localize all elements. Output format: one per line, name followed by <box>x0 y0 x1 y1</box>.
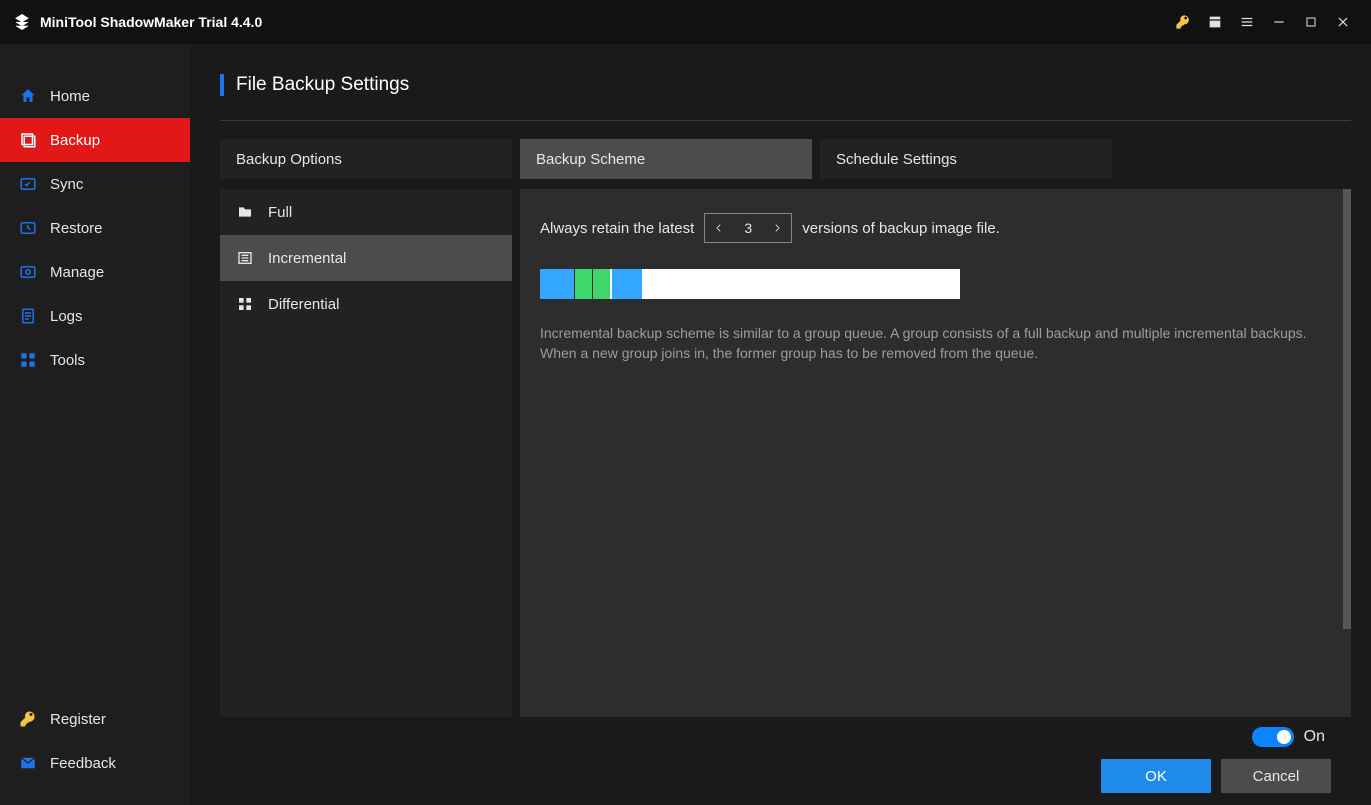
scheme-item-label: Full <box>268 204 292 221</box>
backup-icon <box>18 130 38 150</box>
maximize-button[interactable] <box>1295 6 1327 38</box>
retain-suffix: versions of backup image file. <box>802 220 1000 237</box>
app-title: MiniTool ShadowMaker Trial 4.4.0 <box>40 14 262 30</box>
content-panel: Always retain the latest 3 versions of b… <box>520 189 1351 717</box>
sidebar-register[interactable]: Register <box>0 697 190 741</box>
minimize-button[interactable] <box>1263 6 1295 38</box>
app-logo-icon <box>12 12 32 32</box>
logs-icon <box>18 306 38 326</box>
divider <box>220 120 1351 121</box>
feedback-mail-icon <box>18 753 38 773</box>
stepper-decrease[interactable] <box>705 214 733 242</box>
license-key-icon[interactable] <box>1167 6 1199 38</box>
viz-full-segment <box>540 269 574 299</box>
folder-icon <box>236 203 254 221</box>
viz-incremental-segment <box>592 269 610 299</box>
backup-visualization <box>540 269 960 299</box>
viz-incremental-segment <box>574 269 592 299</box>
viz-full-segment <box>612 269 642 299</box>
media-builder-icon[interactable] <box>1199 6 1231 38</box>
sidebar-item-label: Restore <box>50 220 103 237</box>
sidebar-item-backup[interactable]: Backup <box>0 118 190 162</box>
sidebar-item-tools[interactable]: Tools <box>0 338 190 382</box>
scheme-list: Full Incremental Differential <box>220 189 512 717</box>
sidebar-item-label: Manage <box>50 264 104 281</box>
main-content: File Backup Settings Backup Options Back… <box>190 44 1371 805</box>
feedback-label: Feedback <box>50 755 116 772</box>
sidebar-item-label: Backup <box>50 132 100 149</box>
footer: On OK Cancel <box>220 717 1351 793</box>
restore-icon <box>18 218 38 238</box>
scheme-item-differential[interactable]: Differential <box>220 281 512 327</box>
sidebar-item-logs[interactable]: Logs <box>0 294 190 338</box>
cancel-button[interactable]: Cancel <box>1221 759 1331 793</box>
sidebar-item-manage[interactable]: Manage <box>0 250 190 294</box>
ok-button[interactable]: OK <box>1101 759 1211 793</box>
incremental-icon <box>236 249 254 267</box>
differential-icon <box>236 295 254 313</box>
sidebar-item-sync[interactable]: Sync <box>0 162 190 206</box>
sidebar-item-home[interactable]: Home <box>0 74 190 118</box>
sidebar-feedback[interactable]: Feedback <box>0 741 190 785</box>
retain-prefix: Always retain the latest <box>540 220 694 237</box>
toggle-knob <box>1277 730 1291 744</box>
scheme-item-incremental[interactable]: Incremental <box>220 235 512 281</box>
sidebar-item-label: Sync <box>50 176 83 193</box>
title-accent <box>220 74 224 96</box>
scrollbar[interactable] <box>1343 189 1351 629</box>
close-button[interactable] <box>1327 6 1359 38</box>
scheme-item-full[interactable]: Full <box>220 189 512 235</box>
register-key-icon <box>18 709 38 729</box>
stepper-value: 3 <box>733 220 763 236</box>
tabs: Backup Options Backup Scheme Schedule Se… <box>220 139 1351 179</box>
home-icon <box>18 86 38 106</box>
sidebar-item-label: Home <box>50 88 90 105</box>
sync-icon <box>18 174 38 194</box>
manage-icon <box>18 262 38 282</box>
scheme-toggle[interactable] <box>1252 727 1294 747</box>
sidebar-item-label: Logs <box>50 308 83 325</box>
sidebar-item-restore[interactable]: Restore <box>0 206 190 250</box>
sidebar: Home Backup Sync Restore <box>0 44 190 805</box>
tab-schedule-settings[interactable]: Schedule Settings <box>820 139 1112 179</box>
toggle-label: On <box>1304 728 1325 746</box>
tools-icon <box>18 350 38 370</box>
tab-backup-options[interactable]: Backup Options <box>220 139 512 179</box>
register-label: Register <box>50 711 106 728</box>
scheme-description: Incremental backup scheme is similar to … <box>540 323 1331 364</box>
titlebar: MiniTool ShadowMaker Trial 4.4.0 <box>0 0 1371 44</box>
scheme-item-label: Differential <box>268 296 339 313</box>
scheme-item-label: Incremental <box>268 250 346 267</box>
tab-backup-scheme[interactable]: Backup Scheme <box>520 139 812 179</box>
page-title: File Backup Settings <box>236 74 409 96</box>
retain-stepper[interactable]: 3 <box>704 213 792 243</box>
menu-icon[interactable] <box>1231 6 1263 38</box>
sidebar-item-label: Tools <box>50 352 85 369</box>
stepper-increase[interactable] <box>763 214 791 242</box>
